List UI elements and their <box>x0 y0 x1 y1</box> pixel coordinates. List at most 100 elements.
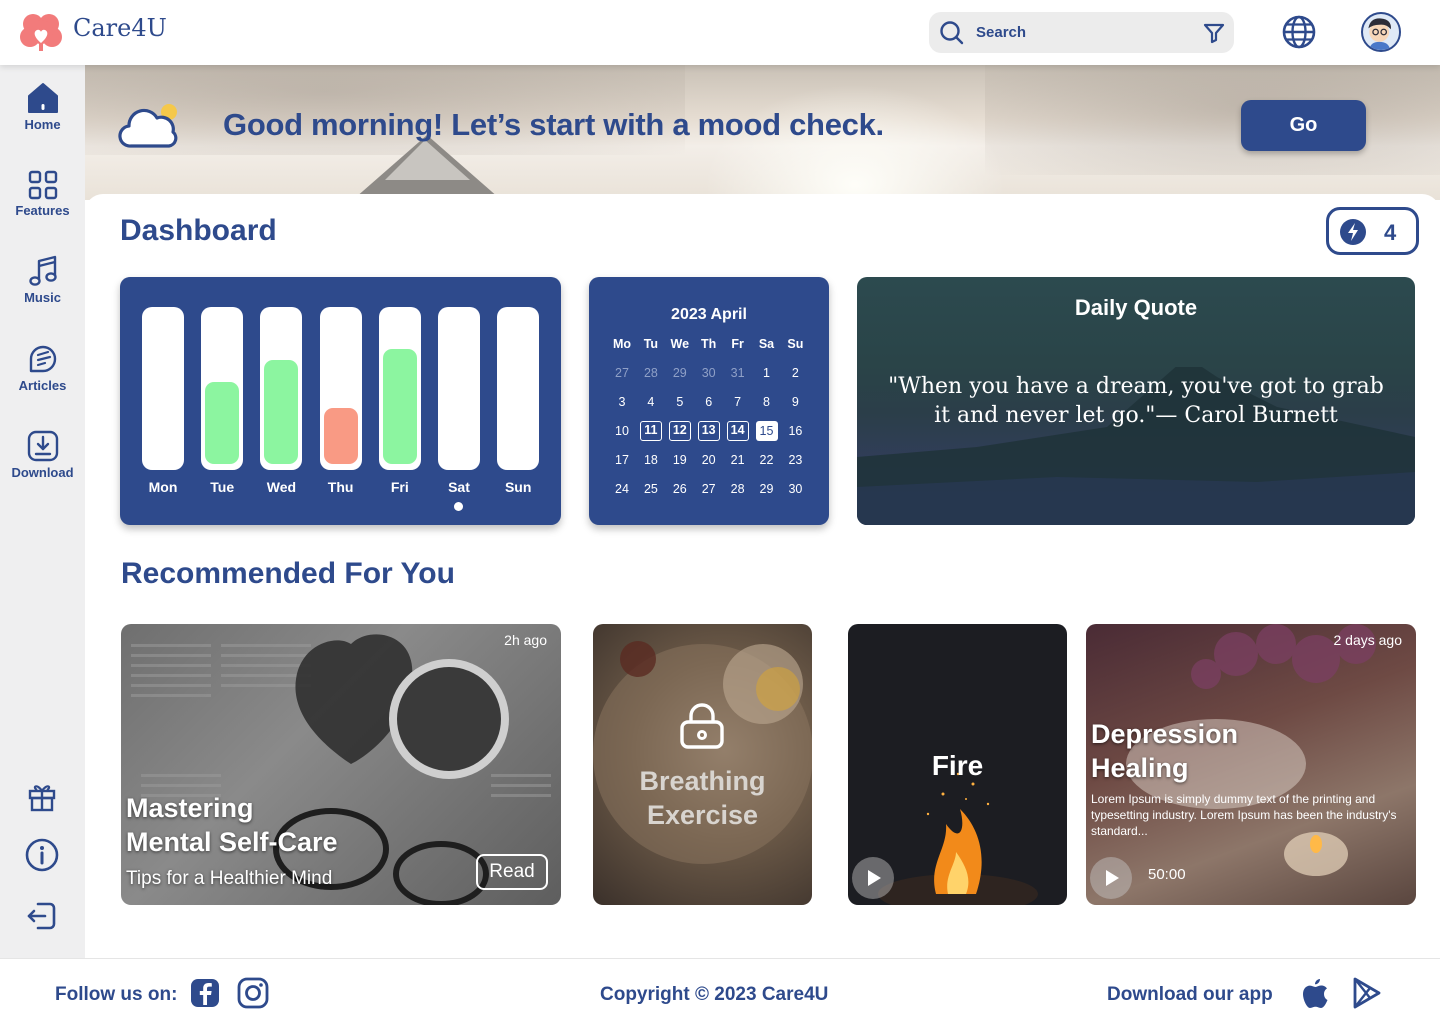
mood-bar-thu[interactable] <box>319 307 362 470</box>
calendar-weekday-header: Su <box>787 337 804 351</box>
calendar-title: 2023 April <box>671 306 747 323</box>
facebook-icon[interactable] <box>190 978 220 1008</box>
apple-store-icon[interactable] <box>1301 977 1329 1009</box>
calendar-day[interactable]: 7 <box>727 392 749 412</box>
go-button[interactable]: Go <box>1241 100 1366 151</box>
calendar-day[interactable]: 29 <box>756 479 778 499</box>
calendar-day[interactable]: 19 <box>669 450 691 470</box>
calendar-day[interactable]: 22 <box>756 450 778 470</box>
lock-icon <box>680 703 724 749</box>
read-button[interactable]: Read <box>476 854 548 890</box>
app-name[interactable]: Care4U <box>73 14 167 42</box>
calendar-day[interactable]: 12 <box>668 420 691 441</box>
audio-card-depression-healing[interactable]: 2 days ago Depression Healing Lorem Ipsu… <box>1086 624 1416 905</box>
calendar-day[interactable]: 23 <box>784 450 806 470</box>
calendar-day[interactable]: 20 <box>698 450 720 470</box>
download-app-label: Download our app <box>1107 984 1273 1005</box>
card-title: Depression Healing <box>1091 717 1238 785</box>
greeting-text: Good morning! Let’s start with a mood ch… <box>223 107 884 142</box>
sidebar-item-articles[interactable]: Articles <box>0 343 85 393</box>
sidebar-item-download[interactable]: Download <box>0 430 85 480</box>
mood-day-label: Thu <box>327 479 354 495</box>
mood-day-label: Tue <box>210 479 235 495</box>
calendar-day[interactable]: 11 <box>639 420 662 441</box>
calendar-weekday-header: Fr <box>731 337 744 351</box>
calendar-day[interactable]: 27 <box>611 363 633 383</box>
cloud-sun-icon <box>118 104 178 148</box>
exercise-card-breathing[interactable]: Breathing Exercise <box>593 624 812 905</box>
google-play-icon[interactable] <box>1352 977 1382 1009</box>
music-card-fire[interactable]: Fire <box>848 624 1067 905</box>
info-icon[interactable] <box>24 837 60 873</box>
calendar-day[interactable]: 4 <box>640 392 662 412</box>
card-title: Breathing Exercise <box>593 764 812 832</box>
mood-bar-mon[interactable] <box>142 307 184 470</box>
calendar-day[interactable]: 31 <box>727 363 749 383</box>
calendar-day[interactable]: 30 <box>784 479 806 499</box>
card-description: Lorem Ipsum is simply dummy text of the … <box>1091 792 1397 838</box>
calendar-day[interactable]: 1 <box>756 363 778 383</box>
mood-bar-wed[interactable] <box>260 307 303 470</box>
calendar-day[interactable]: 21 <box>727 450 749 470</box>
top-header: Care4U Search <box>0 0 1440 65</box>
card-title-line: Mental Self-Care <box>126 827 338 857</box>
mood-bar-fill <box>382 349 417 464</box>
mood-bar-sat[interactable] <box>438 307 480 470</box>
mood-day-label: Mon <box>148 479 178 495</box>
logout-icon[interactable] <box>24 898 60 934</box>
calendar-card: 2023 April Mo Tu We Th Fr Sa Su 27 28 29 30 31 1 2 3 4 5… <box>589 277 829 525</box>
sidebar-item-label: Home <box>24 117 61 132</box>
brain-heart-logo-icon[interactable] <box>20 10 62 54</box>
mood-day-label: Wed <box>266 479 297 495</box>
calendar-day[interactable]: 14 <box>726 420 749 441</box>
mood-bar-tue[interactable] <box>201 307 244 470</box>
sidebar-item-music[interactable]: Music <box>0 255 85 305</box>
mood-bar-sun[interactable] <box>497 307 540 470</box>
current-day-indicator <box>454 502 463 511</box>
mood-bar-fri[interactable] <box>378 307 421 470</box>
mood-bar-fill <box>264 360 299 464</box>
search-input[interactable]: Search <box>976 24 1026 41</box>
sidebar-item-label: Download <box>11 465 74 480</box>
calendar-day[interactable]: 5 <box>669 392 691 412</box>
calendar-day[interactable]: 28 <box>727 479 749 499</box>
globe-language-icon[interactable] <box>1281 14 1317 50</box>
calendar-day[interactable]: 28 <box>640 363 662 383</box>
calendar-day[interactable]: 24 <box>611 479 633 499</box>
calendar-weekday-header: Mo <box>612 337 632 351</box>
calendar-day[interactable]: 9 <box>784 392 806 412</box>
calendar-day[interactable]: 15 <box>755 420 778 441</box>
calendar-day[interactable]: 10 <box>611 421 633 441</box>
streak-badge[interactable]: 4 <box>1326 207 1419 255</box>
calendar-day[interactable]: 26 <box>669 479 691 499</box>
grid-icon <box>28 170 57 200</box>
sidebar-item-features[interactable]: Features <box>0 170 85 218</box>
copyright-text: Copyright © 2023 Care4U <box>600 984 829 1005</box>
calendar-day[interactable]: 6 <box>698 392 720 412</box>
calendar-day[interactable]: 18 <box>640 450 662 470</box>
search-bar[interactable]: Search <box>929 12 1234 53</box>
calendar-weekday-header: We <box>670 337 690 351</box>
card-timestamp: 2 days ago <box>1333 632 1403 648</box>
calendar-day[interactable]: 17 <box>611 450 633 470</box>
calendar-day[interactable]: 3 <box>611 392 633 412</box>
calendar-day[interactable]: 2 <box>784 363 806 383</box>
calendar-day[interactable]: 29 <box>669 363 691 383</box>
calendar-day[interactable]: 30 <box>698 363 720 383</box>
calendar-weekday-header: Tu <box>643 337 659 351</box>
calendar-day[interactable]: 16 <box>784 421 806 441</box>
calendar-day[interactable]: 27 <box>698 479 720 499</box>
calendar-day[interactable]: 13 <box>697 420 720 441</box>
sidebar-item-home[interactable]: Home <box>0 82 85 132</box>
instagram-icon[interactable] <box>237 977 269 1009</box>
calendar-day[interactable]: 25 <box>640 479 662 499</box>
card-timestamp: 2h ago <box>504 632 547 648</box>
user-avatar[interactable] <box>1361 12 1401 52</box>
play-button[interactable] <box>852 857 894 899</box>
mood-bar-fill <box>205 382 240 464</box>
filter-icon[interactable] <box>1202 21 1226 45</box>
calendar-day[interactable]: 8 <box>756 392 778 412</box>
article-card-self-care[interactable]: 2h ago Mastering Mental Self-Care Tips f… <box>121 624 561 905</box>
gift-icon[interactable] <box>24 778 60 814</box>
play-button[interactable] <box>1090 857 1132 899</box>
